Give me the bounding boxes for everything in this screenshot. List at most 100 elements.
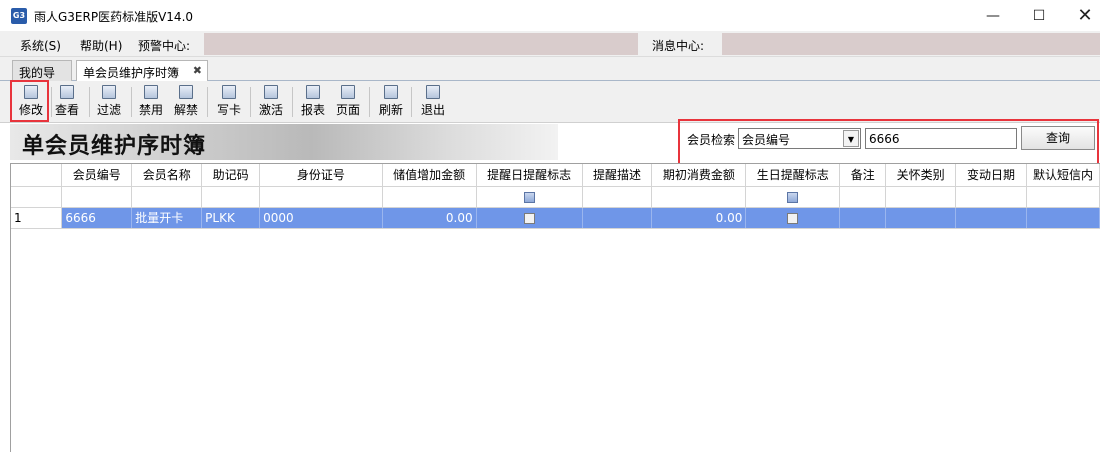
- id-card-cell[interactable]: 0000: [259, 207, 383, 229]
- maximize-icon[interactable]: ☐: [1016, 0, 1062, 31]
- tab-my-navigation[interactable]: 我的导航: [12, 60, 72, 97]
- report-icon: [306, 85, 320, 99]
- filter-cell[interactable]: [582, 186, 653, 208]
- alert-center-box[interactable]: [204, 33, 638, 55]
- reminder-desc-cell[interactable]: [582, 207, 653, 229]
- column-header[interactable]: 变动日期: [955, 164, 1027, 187]
- view-icon: [60, 85, 74, 99]
- stored-add-cell[interactable]: 0.00: [382, 207, 477, 229]
- column-header[interactable]: 提醒日提醒标志: [476, 164, 583, 187]
- minimize-icon[interactable]: —: [970, 0, 1016, 31]
- column-header[interactable]: 提醒描述: [582, 164, 653, 187]
- tab-bar: 我的导航 单会员维护序时簿 ✖: [0, 57, 1100, 97]
- exit-button[interactable]: 退出: [414, 83, 452, 121]
- reminder-flag-checkbox[interactable]: [523, 212, 535, 224]
- remark-cell[interactable]: [839, 207, 887, 229]
- filter-row: [11, 186, 1100, 208]
- initial-spend-cell[interactable]: 0.00: [651, 207, 747, 229]
- birthday-flag-cell[interactable]: [745, 207, 841, 229]
- close-icon[interactable]: ✕: [1062, 0, 1100, 31]
- column-header[interactable]: 备注: [839, 164, 887, 187]
- mnemonic-cell[interactable]: PLKK: [201, 207, 261, 229]
- filter-checkbox[interactable]: [787, 191, 799, 203]
- menu-system[interactable]: 系统(S): [20, 37, 61, 54]
- refresh-button[interactable]: 刷新: [372, 83, 410, 121]
- column-header[interactable]: 助记码: [201, 164, 261, 187]
- filter-button-label: 过滤: [96, 103, 121, 117]
- disable-button-label: 禁用: [138, 103, 163, 117]
- toolbar-separator: [207, 87, 208, 117]
- exit-button-label: 退出: [420, 103, 445, 117]
- filter-icon: [102, 85, 116, 99]
- toolbar-separator: [292, 87, 293, 117]
- filter-cell[interactable]: [745, 186, 841, 208]
- filter-cell[interactable]: [955, 186, 1027, 208]
- reminder-flag-cell[interactable]: [476, 207, 583, 229]
- page-icon: [341, 85, 355, 99]
- column-header[interactable]: 生日提醒标志: [745, 164, 841, 187]
- report-button-label: 报表: [300, 103, 325, 117]
- enable-button[interactable]: 解禁: [167, 83, 205, 121]
- page-button[interactable]: 页面: [329, 83, 367, 121]
- alert-center-label: 预警中心:: [138, 39, 191, 53]
- grid-header-row: 会员编号 会员名称 助记码 身份证号 储值增加金额 提醒日提醒标志 提醒描述 期…: [11, 164, 1100, 187]
- exit-icon: [426, 85, 440, 99]
- filter-cell[interactable]: [651, 186, 747, 208]
- filter-checkbox[interactable]: [523, 191, 535, 203]
- column-header[interactable]: 期初消费金额: [651, 164, 747, 187]
- filter-cell[interactable]: [839, 186, 887, 208]
- filter-cell[interactable]: [131, 186, 203, 208]
- toolbar-separator: [250, 87, 251, 117]
- menu-help[interactable]: 帮助(H): [80, 37, 122, 54]
- refresh-icon: [384, 85, 398, 99]
- view-button-label: 查看: [54, 103, 79, 117]
- member-no-cell[interactable]: 6666: [61, 207, 133, 229]
- change-date-cell[interactable]: [955, 207, 1027, 229]
- table-row[interactable]: 1 6666 批量开卡 PLKK 0000 0.00 0.00: [11, 207, 1100, 229]
- filter-cell[interactable]: [1026, 186, 1100, 208]
- filter-cell[interactable]: [382, 186, 477, 208]
- filter-cell[interactable]: [61, 186, 133, 208]
- activate-button-label: 激活: [258, 103, 283, 117]
- refresh-button-label: 刷新: [378, 103, 403, 117]
- message-center-label: 消息中心:: [652, 39, 705, 53]
- write-card-button[interactable]: 写卡: [210, 83, 248, 121]
- title-bar: G3 雨人G3ERP医药标准版V14.0 — ☐ ✕: [0, 0, 1100, 31]
- filter-cell[interactable]: [885, 186, 957, 208]
- filter-button[interactable]: 过滤: [90, 83, 128, 121]
- page-button-label: 页面: [335, 103, 360, 117]
- report-button[interactable]: 报表: [294, 83, 332, 121]
- column-header[interactable]: 默认短信内: [1026, 164, 1100, 187]
- member-grid: 会员编号 会员名称 助记码 身份证号 储值增加金额 提醒日提醒标志 提醒描述 期…: [10, 163, 1100, 452]
- birthday-flag-checkbox[interactable]: [787, 212, 799, 224]
- toolbar-separator: [411, 87, 412, 117]
- page-title: 单会员维护序时簿: [22, 133, 207, 159]
- member-name-cell[interactable]: 批量开卡: [131, 207, 203, 229]
- menu-bar: 系统(S) 帮助(H) 预警中心: 消息中心:: [0, 31, 1100, 57]
- activate-button[interactable]: 激活: [252, 83, 290, 121]
- filter-cell[interactable]: [476, 186, 583, 208]
- filter-cell: [11, 186, 63, 208]
- toolbar-separator: [369, 87, 370, 117]
- message-center-box[interactable]: [722, 33, 1100, 55]
- tab-label: 单会员维护序时簿: [83, 66, 180, 80]
- column-header[interactable]: 会员编号: [61, 164, 133, 187]
- column-header[interactable]: 会员名称: [131, 164, 203, 187]
- write-card-button-label: 写卡: [216, 103, 241, 117]
- window-title: 雨人G3ERP医药标准版V14.0: [34, 10, 194, 24]
- enable-button-label: 解禁: [173, 103, 198, 117]
- column-header[interactable]: 关怀类别: [885, 164, 957, 187]
- row-number-header: [11, 164, 63, 187]
- filter-cell[interactable]: [259, 186, 383, 208]
- care-type-cell[interactable]: [885, 207, 957, 229]
- default-sms-cell[interactable]: [1026, 207, 1100, 229]
- filter-cell[interactable]: [201, 186, 261, 208]
- disable-button[interactable]: 禁用: [132, 83, 170, 121]
- tab-close-icon[interactable]: ✖: [193, 64, 202, 77]
- activate-icon: [264, 85, 278, 99]
- column-header[interactable]: 储值增加金额: [382, 164, 477, 187]
- write-card-icon: [222, 85, 236, 99]
- column-header[interactable]: 身份证号: [259, 164, 383, 187]
- view-button[interactable]: 查看: [48, 83, 86, 121]
- tab-member-maintenance[interactable]: 单会员维护序时簿 ✖: [76, 60, 208, 81]
